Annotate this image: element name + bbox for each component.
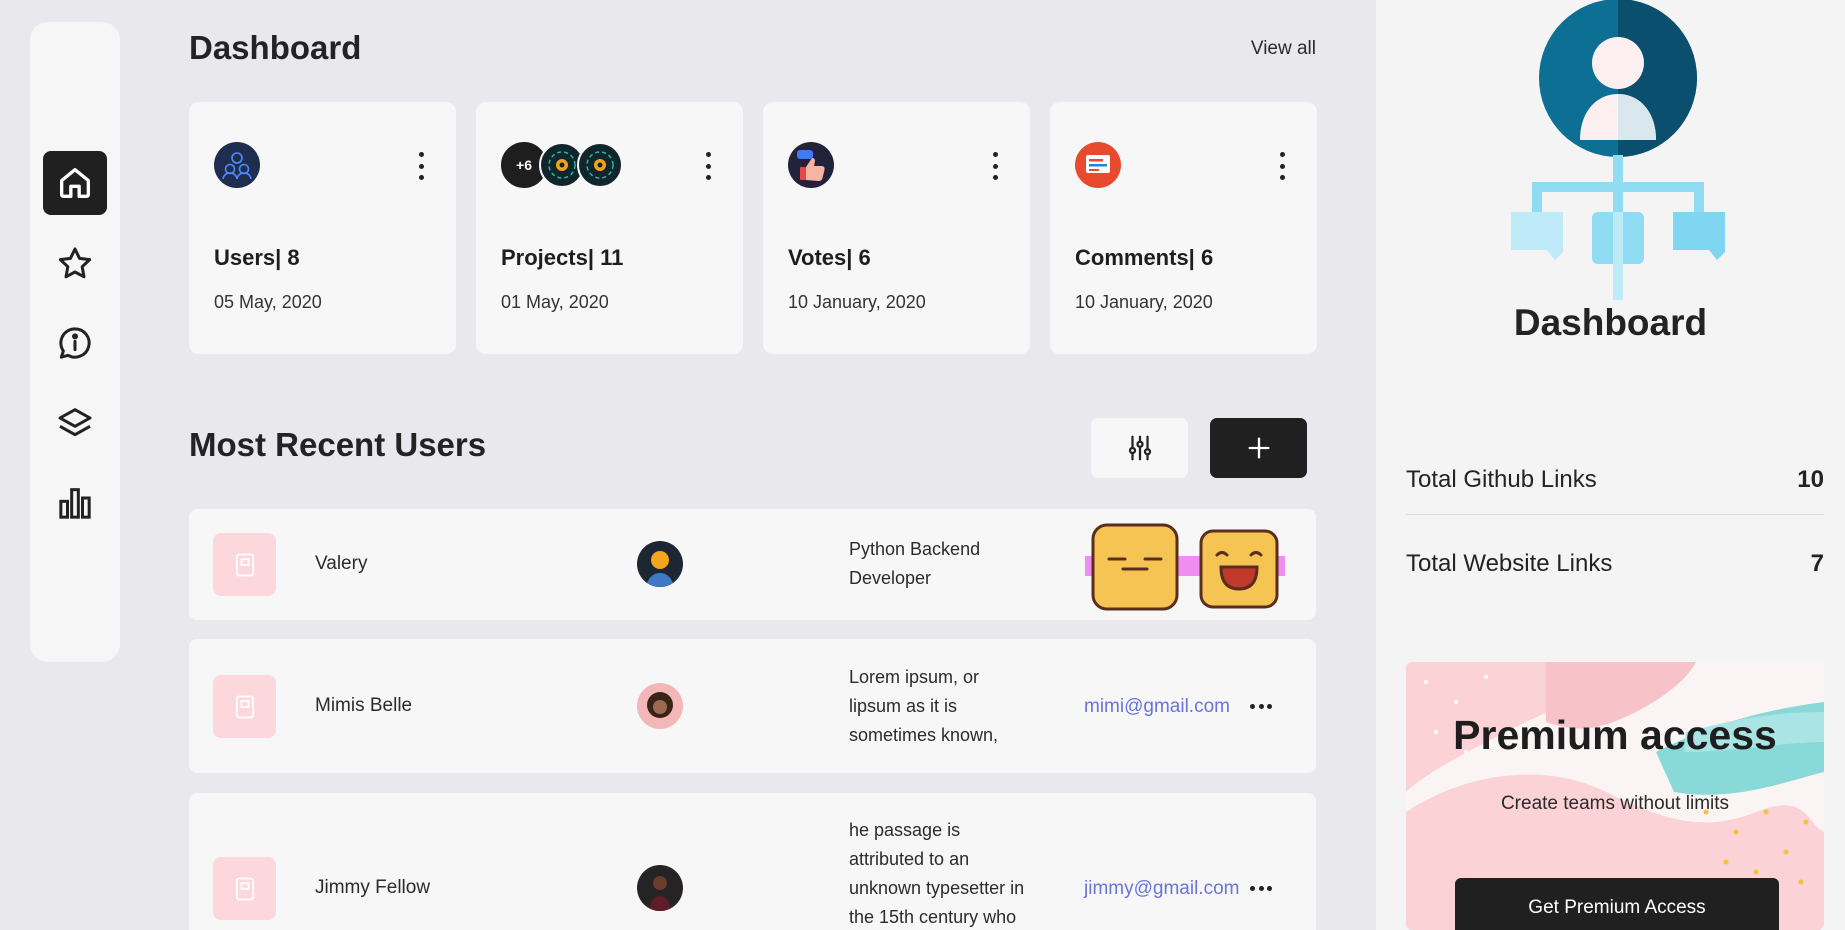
users-group-icon [214, 142, 260, 188]
user-name: Valery [315, 553, 368, 574]
plus-icon [1248, 437, 1269, 459]
add-user-button[interactable] [1210, 418, 1307, 478]
project-thumb [213, 533, 276, 596]
neutral-face-sticker-icon [1091, 523, 1179, 611]
nav-layers[interactable] [43, 391, 107, 455]
project-thumb [213, 675, 276, 738]
project-thumb [213, 857, 276, 920]
card-menu-icon[interactable] [990, 152, 1000, 180]
card-menu-icon[interactable] [1277, 152, 1287, 180]
user-hierarchy-illustration-icon [1511, 0, 1725, 300]
nav-info[interactable] [43, 311, 107, 375]
card-menu-icon[interactable] [703, 152, 713, 180]
user-description: Python Backend Developer [849, 539, 981, 588]
page-title: Dashboard [189, 29, 362, 66]
stat-card-comments[interactable]: Comments| 6 10 January, 2020 [1050, 102, 1317, 354]
stat-card-projects[interactable]: +6 Projects| 11 01 May, 2020 [476, 102, 743, 354]
section-title: Most Recent Users [189, 426, 487, 463]
table-row[interactable]: Jimmy Fellow he passage is attributed to… [189, 793, 1316, 930]
stat-label: Users| 8 [214, 245, 300, 270]
home-icon [60, 168, 91, 198]
row-menu-icon[interactable] [1250, 704, 1272, 710]
stat-date: 05 May, 2020 [214, 292, 322, 312]
nav-favorites[interactable] [43, 232, 107, 296]
stat-date: 10 January, 2020 [788, 292, 926, 312]
nav-stats[interactable] [43, 471, 107, 535]
info-chat-icon [59, 327, 91, 359]
nav-home[interactable] [43, 151, 107, 215]
stat-date: 10 January, 2020 [1075, 292, 1213, 312]
filter-button[interactable] [1091, 418, 1188, 478]
email-link[interactable]: mimi@gmail.com [1084, 696, 1230, 718]
metric-label: Total Website Links [1406, 550, 1613, 577]
user-name: Mimis Belle [315, 695, 413, 716]
premium-title: Premium access [1453, 712, 1777, 758]
stat-label: Projects| 11 [501, 245, 624, 270]
sidebar-nav [30, 22, 120, 662]
happy-face-sticker-icon [1199, 529, 1279, 609]
document-icon [235, 695, 254, 718]
bar-chart-icon [59, 488, 91, 519]
project-avatars: +6 [501, 142, 623, 188]
table-row[interactable]: Mimis Belle Lorem ipsum, or lipsum as it… [189, 639, 1316, 773]
thumbs-up-icon [788, 142, 834, 188]
view-all-link[interactable]: View all [1251, 38, 1316, 60]
document-icon [235, 553, 254, 576]
stat-label: Comments| 6 [1075, 245, 1214, 270]
document-icon [235, 877, 254, 900]
premium-card: Premium access Create teams without limi… [1406, 662, 1824, 930]
panel-title: Dashboard [1513, 302, 1708, 343]
gear-avatar-icon [577, 142, 623, 188]
metric-website-links: Total Website Links 7 [1406, 522, 1824, 606]
premium-subtitle: Create teams without limits [1500, 793, 1730, 814]
avatar [637, 865, 683, 911]
avatar [637, 683, 683, 729]
user-description: Lorem ipsum, or lipsum as it is sometime… [849, 667, 999, 745]
main-content: Dashboard View all Users| 8 05 May, 2020… [189, 0, 1317, 930]
card-menu-icon[interactable] [416, 152, 426, 180]
stat-date: 01 May, 2020 [501, 292, 609, 312]
divider [1406, 514, 1824, 515]
user-name: Jimmy Fellow [315, 877, 431, 898]
right-panel: Dashboard Total Github Links 10 Total We… [1376, 0, 1845, 930]
stat-label: Votes| 6 [788, 245, 871, 270]
metric-github-links: Total Github Links 10 [1406, 438, 1824, 522]
star-icon [58, 247, 92, 279]
email-link[interactable]: jimmy@gmail.com [1084, 878, 1239, 900]
comment-icon [1075, 142, 1121, 188]
get-premium-button[interactable]: Get Premium Access [1455, 878, 1779, 930]
metric-value: 10 [1797, 466, 1824, 493]
stat-card-users[interactable]: Users| 8 05 May, 2020 [189, 102, 456, 354]
metric-value: 7 [1810, 550, 1824, 577]
row-menu-icon[interactable] [1250, 886, 1272, 892]
sliders-icon [1128, 435, 1151, 461]
metric-label: Total Github Links [1406, 466, 1597, 493]
user-description: he passage is attributed to an unknown t… [849, 820, 1025, 927]
avatar [637, 541, 683, 587]
layers-icon [58, 408, 92, 437]
stat-card-votes[interactable]: Votes| 6 10 January, 2020 [763, 102, 1030, 354]
